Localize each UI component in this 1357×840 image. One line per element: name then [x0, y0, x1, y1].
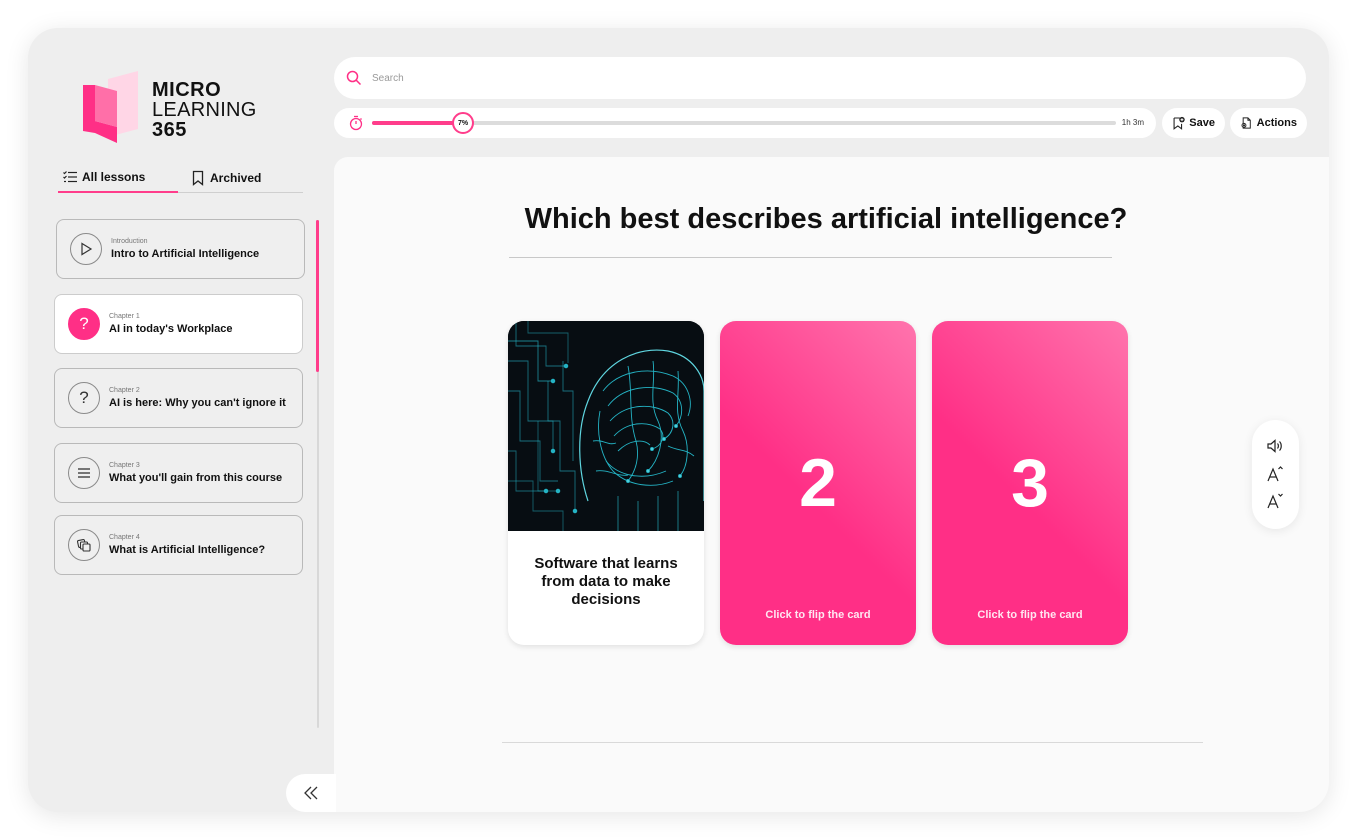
- lesson-title: AI is here: Why you can't ignore it: [109, 397, 286, 409]
- brand-wordmark: MICRO LEARNING 365: [152, 80, 257, 140]
- bookmark-add-icon: [1173, 116, 1185, 130]
- card-flip-hint: Click to flip the card: [977, 609, 1083, 621]
- progress-knob[interactable]: 7%: [452, 112, 475, 134]
- lesson-title: What you'll gain from this course: [109, 472, 283, 484]
- tab-all-lessons-label: All lessons: [82, 169, 146, 184]
- double-chevron-left-icon: [304, 786, 318, 800]
- lesson-progress-bar: 7% 1h 3m: [334, 108, 1156, 138]
- content-divider: [502, 742, 1203, 743]
- layers-icon: [68, 529, 100, 561]
- tab-archived-label: Archived: [210, 170, 262, 185]
- progress-duration: 1h 3m: [1121, 118, 1144, 127]
- stopwatch-icon: [349, 115, 363, 131]
- lesson-item-chapter-3[interactable]: Chapter 3 What you'll gain from this cou…: [54, 443, 303, 503]
- checklist-icon: [63, 170, 77, 182]
- question-icon: ?: [68, 308, 100, 340]
- answer-card-1[interactable]: Software that learns from data to make d…: [508, 321, 704, 645]
- save-button-label: Save: [1189, 117, 1215, 129]
- progress-fill: [372, 121, 465, 125]
- search-icon: [346, 70, 362, 86]
- lesson-item-chapter-1[interactable]: ? Chapter 1 AI in today's Workplace: [54, 294, 303, 354]
- font-increase-icon[interactable]: [1265, 464, 1285, 484]
- brand-line-1: MICRO: [152, 79, 222, 101]
- play-icon: [70, 233, 102, 265]
- lesson-kicker: Chapter 4: [109, 534, 140, 541]
- save-button[interactable]: Save: [1162, 108, 1225, 138]
- search-input[interactable]: [372, 72, 1172, 84]
- list-icon: [68, 457, 100, 489]
- card-flip-hint: Click to flip the card: [765, 609, 871, 621]
- brand-line-2: LEARNING: [152, 99, 257, 121]
- lesson-title: What is Artificial Intelligence?: [109, 544, 266, 556]
- search-bar: [334, 57, 1306, 99]
- flip-card-2[interactable]: 2 Click to flip the card: [720, 321, 916, 645]
- collapse-sidebar-button[interactable]: [286, 774, 336, 812]
- book-logo-icon: [83, 71, 138, 143]
- speaker-icon[interactable]: [1265, 436, 1285, 456]
- lesson-item-introduction[interactable]: Introduction Intro to Artificial Intelli…: [56, 219, 305, 279]
- main-content: Which best describes artificial intellig…: [334, 157, 1329, 812]
- circuit-brain-image: [508, 321, 704, 531]
- brand-line-3: 365: [152, 119, 187, 141]
- lesson-title: AI in today's Workplace: [109, 323, 233, 335]
- actions-button-label: Actions: [1256, 117, 1297, 129]
- question-icon: ?: [68, 382, 100, 414]
- bookmark-icon: [192, 170, 204, 186]
- question-title: Which best describes artificial intellig…: [524, 203, 1128, 235]
- brand-logo: MICRO LEARNING 365: [83, 71, 273, 143]
- actions-button[interactable]: Actions: [1230, 108, 1307, 138]
- app-window: MICRO LEARNING 365 All lessons Archived: [28, 28, 1329, 812]
- lesson-item-chapter-2[interactable]: ? Chapter 2 AI is here: Why you can't ig…: [54, 368, 303, 428]
- progress-track[interactable]: [372, 121, 1116, 125]
- font-decrease-icon[interactable]: [1265, 491, 1285, 511]
- card-answer-text: Software that learns from data to make d…: [534, 555, 678, 608]
- progress-percent: 7%: [458, 119, 469, 127]
- lesson-kicker: Chapter 2: [109, 387, 140, 394]
- tab-all-lessons[interactable]: All lessons: [58, 162, 178, 193]
- lesson-scroll-thumb[interactable]: [316, 220, 319, 372]
- tab-archived[interactable]: Archived: [190, 162, 261, 193]
- lesson-tabs: All lessons Archived: [58, 162, 303, 193]
- accessibility-toolbar: [1252, 420, 1299, 529]
- document-actions-icon: [1241, 117, 1251, 129]
- lesson-kicker: Chapter 1: [109, 313, 140, 320]
- card-number: 2: [799, 445, 837, 521]
- lesson-item-chapter-4[interactable]: Chapter 4 What is Artificial Intelligenc…: [54, 515, 303, 575]
- lesson-kicker: Chapter 3: [109, 462, 140, 469]
- lesson-kicker: Introduction: [111, 238, 148, 245]
- lesson-title: Intro to Artificial Intelligence: [111, 248, 260, 260]
- card-number: 3: [1011, 445, 1049, 521]
- flip-card-3[interactable]: 3 Click to flip the card: [932, 321, 1128, 645]
- question-divider: [509, 257, 1112, 258]
